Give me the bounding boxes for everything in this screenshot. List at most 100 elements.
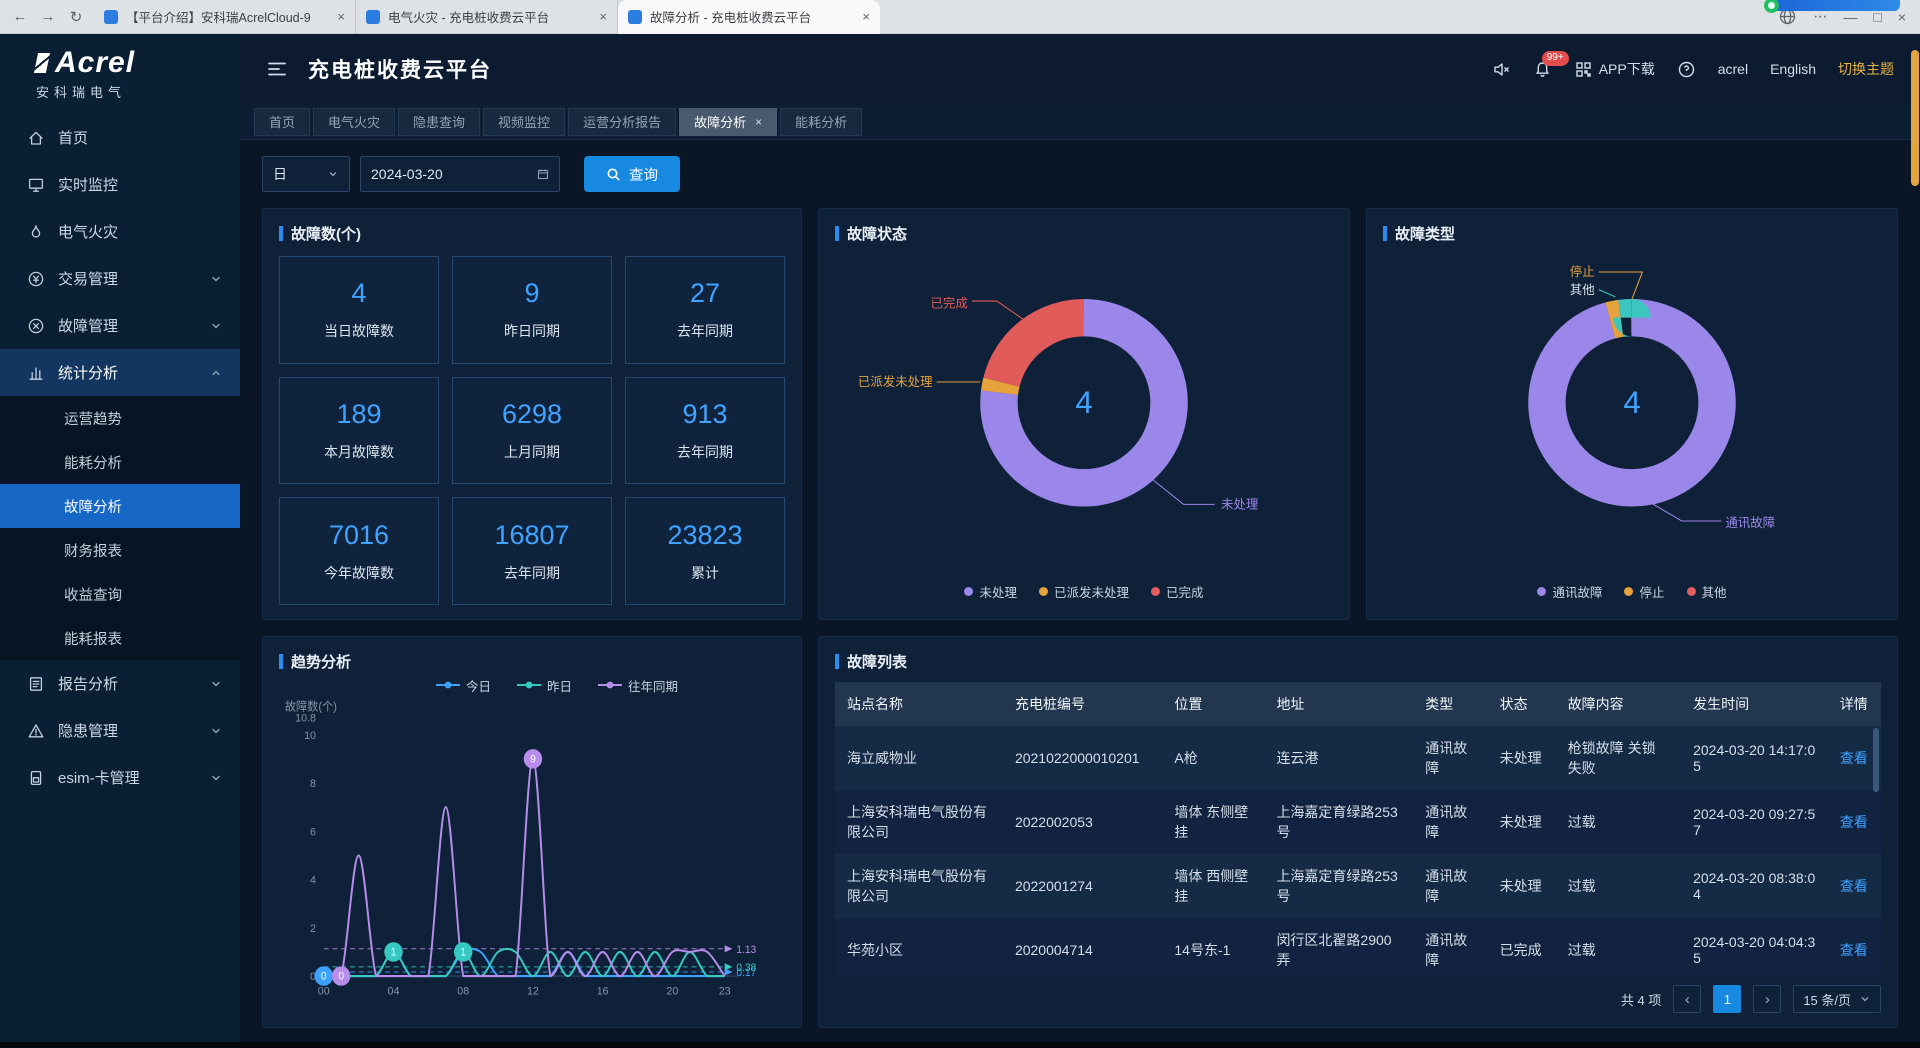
browser-forward-button[interactable]: →: [34, 3, 62, 31]
search-button[interactable]: 查询: [584, 156, 680, 192]
date-picker[interactable]: 2024-03-20: [360, 156, 560, 192]
overlay-window-indicator: [1772, 0, 1900, 11]
sidebar-subitem-故障分析[interactable]: 故障分析: [0, 484, 240, 528]
sidebar-subitem-运营趋势[interactable]: 运营趋势: [0, 396, 240, 440]
page-tab-隐患查询[interactable]: 隐患查询: [398, 108, 480, 136]
stat-label: 去年同期: [677, 321, 733, 341]
stat-box: 23823累计: [625, 497, 785, 605]
prev-page-button[interactable]: ‹: [1673, 985, 1701, 1013]
page-tab-视频监控[interactable]: 视频监控: [483, 108, 565, 136]
legend-label: 昨日: [547, 676, 572, 695]
language-switch[interactable]: English: [1770, 61, 1816, 77]
legend-label: 其他: [1702, 582, 1727, 601]
stat-value: 6298: [502, 399, 562, 430]
bottom-strip: [0, 1042, 1920, 1048]
page-tab-label: 视频监控: [498, 112, 550, 131]
page-tab-首页[interactable]: 首页: [254, 108, 310, 136]
page-scrollbar-thumb[interactable]: [1911, 50, 1919, 186]
username[interactable]: acrel: [1718, 61, 1748, 77]
browser-tab[interactable]: 电气火灾 - 充电桩收费云平台 ×: [356, 0, 618, 34]
tab-close-icon[interactable]: ×: [599, 9, 607, 24]
current-page[interactable]: 1: [1713, 985, 1741, 1013]
sidebar-item-实时监控[interactable]: 实时监控: [0, 161, 240, 208]
tab-close-icon[interactable]: ×: [337, 9, 345, 24]
legend-item-未处理[interactable]: 未处理: [964, 582, 1017, 601]
notifications-button[interactable]: 99+: [1533, 60, 1552, 79]
trend-legend-往年同期[interactable]: 往年同期: [598, 676, 678, 695]
sidebar-subitem-能耗分析[interactable]: 能耗分析: [0, 440, 240, 484]
help-icon[interactable]: [1677, 60, 1696, 79]
legend-item-其他[interactable]: 其他: [1687, 582, 1727, 601]
legend-item-已完成[interactable]: 已完成: [1151, 582, 1204, 601]
mute-icon[interactable]: [1492, 60, 1511, 79]
browser-reload-button[interactable]: ↻: [62, 3, 90, 31]
page-tab-能耗分析[interactable]: 能耗分析: [780, 108, 862, 136]
column-header-类型: 类型: [1413, 682, 1487, 726]
page-tab-bar: 首页电气火灾隐患查询视频监控运营分析报告故障分析 × 能耗分析: [240, 104, 1920, 140]
legend-label: 通讯故障: [1552, 582, 1602, 601]
main-area: 充电桩收费云平台 99+ APP下: [240, 34, 1920, 1048]
cell-地址: 上海嘉定育绿路253号: [1264, 854, 1413, 918]
sidebar-item-电气火灾[interactable]: 电气火灾: [0, 208, 240, 255]
pagination: 共 4 项 ‹ 1 › 15 条/页: [835, 975, 1881, 1013]
page-size-select[interactable]: 15 条/页: [1793, 985, 1881, 1013]
sidebar-item-统计分析[interactable]: 统计分析: [0, 349, 240, 396]
page-tab-label: 故障分析: [694, 112, 746, 131]
sidebar-item-交易管理[interactable]: 交易管理: [0, 255, 240, 302]
stat-label: 本月故障数: [324, 442, 394, 462]
view-detail-link[interactable]: 查看: [1840, 878, 1868, 894]
cell-发生时间: 2024-03-20 14:17:05: [1681, 726, 1828, 790]
sidebar-subitem-收益查询[interactable]: 收益查询: [0, 572, 240, 616]
sidebar-item-esim-卡管理[interactable]: esim-卡管理: [0, 754, 240, 801]
trend-card: 趋势分析 今日昨日往年同期 故障数(个)10.80246810000408121…: [262, 636, 802, 1028]
browser-tab-title: 电气火灾 - 充电桩收费云平台: [388, 7, 591, 26]
chevron-down-icon: [1859, 993, 1871, 1005]
column-header-地址: 地址: [1264, 682, 1413, 726]
theme-switch[interactable]: 切换主题: [1838, 59, 1894, 79]
search-button-label: 查询: [629, 164, 658, 185]
view-detail-link[interactable]: 查看: [1840, 942, 1868, 958]
collapse-menu-icon[interactable]: [266, 58, 288, 80]
next-page-button[interactable]: ›: [1753, 985, 1781, 1013]
cell-充电桩编号: 2022002053: [1003, 790, 1162, 854]
page-tab-运营分析报告[interactable]: 运营分析报告: [568, 108, 676, 136]
tab-close-icon[interactable]: ×: [862, 9, 870, 24]
legend-dot: [964, 587, 973, 596]
browser-tab[interactable]: 故障分析 - 充电桩收费云平台×: [618, 0, 880, 34]
sidebar-item-故障管理[interactable]: 故障管理: [0, 302, 240, 349]
title-accent: [835, 226, 839, 241]
browser-tab[interactable]: 【平台介绍】安科瑞AcrelCloud-9×: [94, 0, 356, 34]
tab-close-icon[interactable]: ×: [755, 115, 762, 129]
svg-text:16: 16: [597, 985, 609, 997]
svg-text:10: 10: [304, 730, 316, 742]
period-select[interactable]: 日: [262, 156, 350, 192]
view-detail-link[interactable]: 查看: [1840, 750, 1868, 766]
sidebar-item-隐患管理[interactable]: 隐患管理: [0, 707, 240, 754]
trend-legend-昨日[interactable]: 昨日: [517, 676, 572, 695]
legend-item-已派发未处理[interactable]: 已派发未处理: [1039, 582, 1129, 601]
trend-legend-今日[interactable]: 今日: [436, 676, 491, 695]
cell-故障内容: 过载: [1556, 854, 1681, 918]
app-download-button[interactable]: APP下载: [1574, 59, 1655, 79]
sidebar-subitem-能耗报表[interactable]: 能耗报表: [0, 616, 240, 660]
sidebar-item-label: esim-卡管理: [58, 767, 197, 788]
view-detail-link[interactable]: 查看: [1840, 814, 1868, 830]
donut-callout-label: 已完成: [930, 295, 967, 310]
window-close-button[interactable]: ×: [1898, 9, 1906, 25]
sidebar-item-首页[interactable]: 首页: [0, 114, 240, 161]
fault-count-grid: 4当日故障数9昨日同期27去年同期189本月故障数6298上月同期913去年同期…: [279, 256, 785, 605]
page-tab-电气火灾[interactable]: 电气火灾: [313, 108, 395, 136]
legend-item-通讯故障[interactable]: 通讯故障: [1537, 582, 1602, 601]
legend-item-停止[interactable]: 停止: [1624, 582, 1664, 601]
stat-label: 昨日同期: [504, 321, 560, 341]
donut-center-value: 4: [1075, 385, 1092, 420]
table-scrollbar-thumb[interactable]: [1873, 728, 1879, 792]
browser-back-button[interactable]: ←: [6, 3, 34, 31]
svg-text:6: 6: [310, 826, 316, 838]
page-tab-故障分析[interactable]: 故障分析 ×: [679, 108, 777, 136]
sidebar-item-报告分析[interactable]: 报告分析: [0, 660, 240, 707]
cell-发生时间: 2024-03-20 04:04:35: [1681, 918, 1828, 975]
legend-label: 今日: [466, 676, 491, 695]
trend-chart: 故障数(个)10.80246810000408121620230.170.381…: [279, 697, 785, 1013]
sidebar-subitem-财务报表[interactable]: 财务报表: [0, 528, 240, 572]
